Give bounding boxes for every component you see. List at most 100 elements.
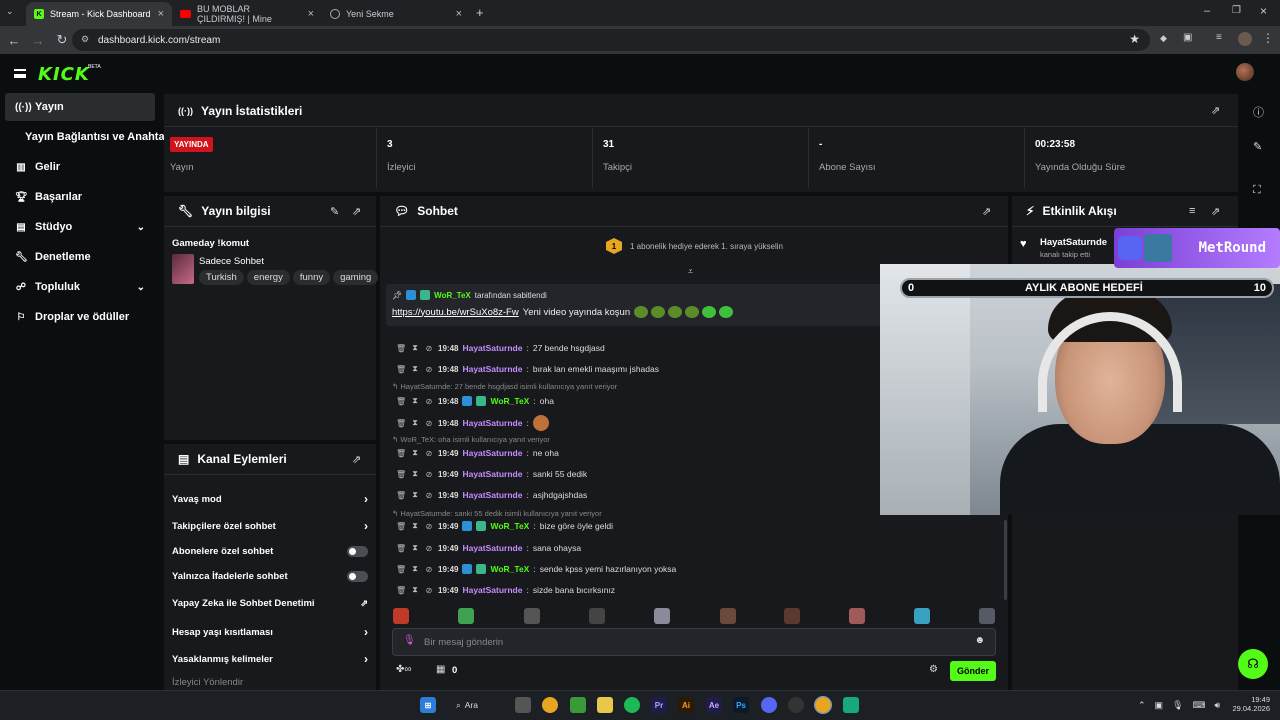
toggle-switch[interactable]: [347, 571, 368, 582]
ban-icon[interactable]: ⊘: [424, 419, 434, 428]
ban-icon[interactable]: ⊘: [424, 491, 434, 500]
action-ai-moderation[interactable]: Yapay Zeka ile Sohbet Denetimi ⇗: [172, 598, 368, 609]
minimize-button[interactable]: –: [1204, 5, 1210, 17]
chrome-icon[interactable]: [542, 697, 558, 713]
chat-scrollbar[interactable]: [1004, 520, 1007, 600]
delete-icon[interactable]: 🗑︎: [396, 491, 406, 500]
action-emote-only[interactable]: Yalnızca İfadelerle sohbet: [172, 571, 368, 582]
emote[interactable]: [524, 608, 540, 624]
edit-pencil-icon[interactable]: ✎: [330, 205, 339, 218]
tag[interactable]: Turkish: [199, 270, 244, 285]
ban-icon[interactable]: ⊘: [424, 365, 434, 374]
user-avatar[interactable]: [1236, 63, 1254, 81]
popout-icon[interactable]: ⇗: [1211, 205, 1220, 218]
action-raid[interactable]: İzleyici Yönlendir: [172, 677, 368, 688]
delete-icon[interactable]: 🗑︎: [396, 365, 406, 374]
tray-app-icon[interactable]: ▣: [1155, 700, 1164, 711]
info-icon[interactable]: ⓘ: [1253, 104, 1264, 120]
emote[interactable]: [720, 608, 736, 624]
close-tab-icon[interactable]: ×: [308, 8, 314, 20]
filter-icon[interactable]: ≡: [1189, 205, 1195, 217]
action-banned-words[interactable]: Yasaklanmış kelimeler ›: [172, 652, 368, 666]
extension-icon[interactable]: ◆: [1160, 33, 1167, 44]
toggle-switch[interactable]: [347, 546, 368, 557]
spotify-icon[interactable]: [624, 697, 640, 713]
microphone-icon[interactable]: 🎙︎: [403, 635, 416, 646]
emote[interactable]: [979, 608, 995, 624]
chrome-active-icon[interactable]: [814, 696, 832, 714]
gift-icon[interactable]: ▦: [436, 664, 445, 675]
delete-icon[interactable]: 🗑︎: [396, 419, 406, 428]
tag[interactable]: gaming: [333, 270, 379, 285]
system-tray[interactable]: ⌃ ▣ 🎙︎ ⌨ 🔊︎: [1138, 700, 1220, 711]
sidebar-item-achievements[interactable]: 🏆︎ Başarılar: [5, 183, 155, 211]
pinned-link[interactable]: https://youtu.be/wrSuXo8z-Fw: [392, 307, 519, 318]
task-view-icon[interactable]: [515, 697, 531, 713]
taskbar-search[interactable]: ⌕ Ara: [456, 696, 502, 714]
delete-icon[interactable]: 🗑︎: [396, 565, 406, 574]
illustrator-icon[interactable]: Ai: [678, 697, 694, 713]
new-tab-button[interactable]: +: [476, 5, 484, 20]
url-input[interactable]: ⚙ dashboard.kick.com/stream ★: [72, 29, 1150, 51]
discord-taskbar-icon[interactable]: [761, 697, 777, 713]
channel-points-icon[interactable]: ✤∞: [396, 664, 412, 675]
app-icon[interactable]: [843, 697, 859, 713]
sidebar-item-revenue[interactable]: ▥ Gelir: [5, 153, 155, 181]
timeout-icon[interactable]: ⧗: [410, 585, 420, 595]
sidebar-item-moderation[interactable]: 🔧︎ Denetleme: [5, 243, 155, 271]
restore-button[interactable]: ❐: [1232, 5, 1241, 16]
delete-icon[interactable]: 🗑︎: [396, 344, 406, 353]
ban-icon[interactable]: ⊘: [424, 544, 434, 553]
ban-icon[interactable]: ⊘: [424, 470, 434, 479]
action-subscribers-only[interactable]: Abonelere özel sohbet: [172, 546, 368, 557]
delete-icon[interactable]: 🗑︎: [396, 470, 406, 479]
fullscreen-icon[interactable]: ⛶: [1253, 184, 1261, 197]
close-window-button[interactable]: ×: [1260, 4, 1267, 18]
ban-icon[interactable]: ⊘: [424, 449, 434, 458]
premiere-pro-icon[interactable]: Pr: [651, 697, 667, 713]
tab-search-icon[interactable]: ⌄: [6, 6, 14, 17]
emote[interactable]: [784, 608, 800, 624]
chat-settings-gear-icon[interactable]: ⚙: [929, 664, 938, 675]
sidebar-item-stream-key[interactable]: Yayın Bağlantısı ve Anahtarı: [5, 123, 172, 151]
microphone-tray-icon[interactable]: 🎙︎: [1172, 700, 1183, 711]
ban-icon[interactable]: ⊘: [424, 586, 434, 595]
menu-dots-icon[interactable]: ⋮: [1262, 31, 1274, 45]
timeout-icon[interactable]: ⧗: [410, 448, 420, 458]
close-tab-icon[interactable]: ×: [456, 8, 462, 20]
ban-icon[interactable]: ⊘: [424, 522, 434, 531]
timeout-icon[interactable]: ⧗: [410, 396, 420, 406]
sidebar-item-stream[interactable]: ((·)) Yayın: [5, 93, 155, 121]
send-button[interactable]: Gönder: [950, 661, 996, 681]
windows-start-icon[interactable]: ⊞: [420, 697, 436, 713]
emote[interactable]: [654, 608, 670, 624]
popout-icon[interactable]: ⇗: [1211, 104, 1220, 117]
photoshop-icon[interactable]: Ps: [733, 697, 749, 713]
action-followers-only[interactable]: Takipçilere özel sohbet ›: [172, 519, 368, 533]
minecraft-icon[interactable]: [570, 697, 586, 713]
ban-icon[interactable]: ⊘: [424, 344, 434, 353]
back-icon[interactable]: ←: [2, 33, 26, 48]
hamburger-menu-icon[interactable]: [14, 69, 26, 78]
emote[interactable]: [849, 608, 865, 624]
bookmark-star-icon[interactable]: ★: [1129, 32, 1140, 46]
sidebar-item-community[interactable]: ☍ Topluluk ⌄: [5, 273, 155, 301]
kick-logo[interactable]: KICK: [38, 64, 90, 85]
action-slow-mode[interactable]: Yavaş mod ›: [172, 492, 368, 506]
chevron-up-icon[interactable]: ⌃: [1138, 700, 1146, 711]
emote[interactable]: [589, 608, 605, 624]
sidebar-item-studio[interactable]: ▤ Stüdyo ⌄: [5, 213, 155, 241]
file-explorer-icon[interactable]: [597, 697, 613, 713]
media-controls-icon[interactable]: ≡: [1216, 32, 1222, 43]
obs-icon[interactable]: [788, 697, 804, 713]
volume-icon[interactable]: 🔊︎: [1215, 700, 1221, 711]
tag[interactable]: funny: [292, 270, 331, 285]
network-icon[interactable]: ⌨: [1193, 700, 1206, 711]
tab-youtube[interactable]: BU MOBLAR ÇILDIRMIŞ! | Mine ×: [172, 2, 322, 26]
tab-new[interactable]: Yeni Sekme ×: [322, 2, 470, 26]
after-effects-icon[interactable]: Ae: [706, 697, 722, 713]
popout-icon[interactable]: ⇗: [352, 205, 361, 218]
action-account-age[interactable]: Hesap yaşı kısıtlaması ›: [172, 625, 368, 639]
timeout-icon[interactable]: ⧗: [410, 343, 420, 353]
profile-avatar[interactable]: [1238, 32, 1252, 46]
